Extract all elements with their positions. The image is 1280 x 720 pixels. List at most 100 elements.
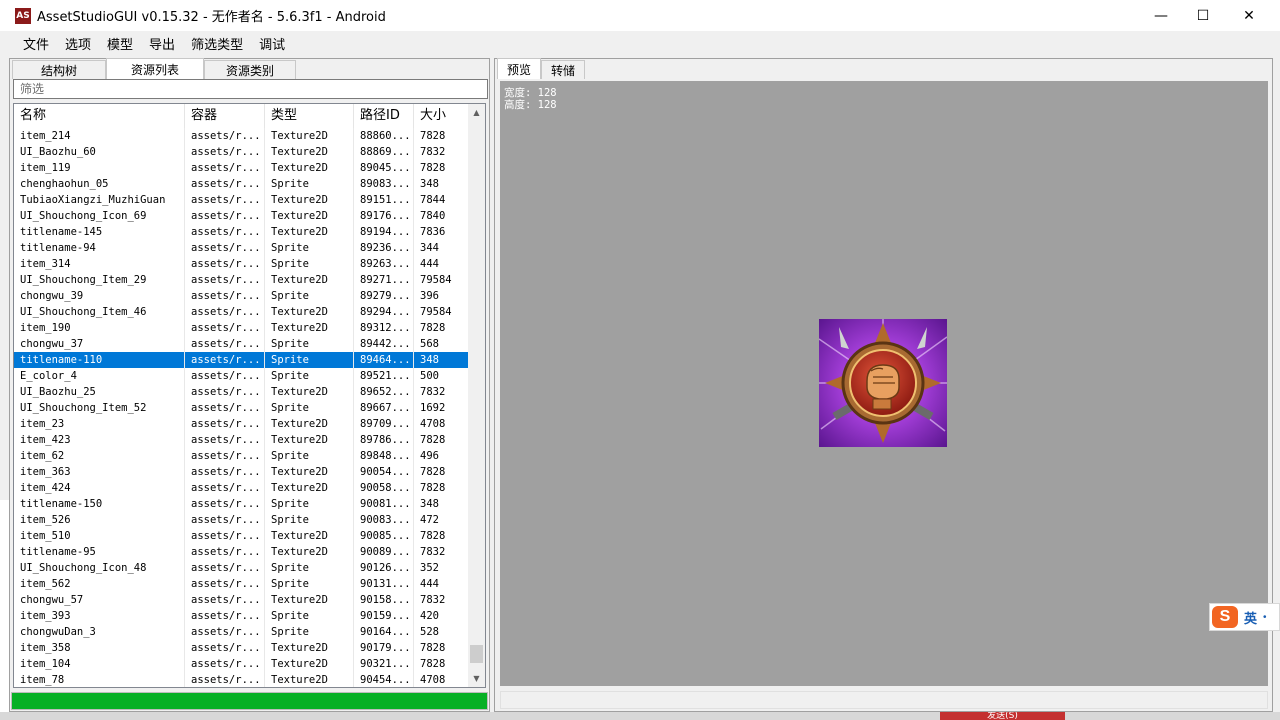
table-row[interactable]: item_424 assets/r... Texture2D 90058... 7828 — [14, 480, 468, 496]
width-info: 宽度: 128 — [504, 87, 557, 99]
cell-type: Sprite — [265, 352, 354, 368]
column-type[interactable]: 类型 — [265, 104, 354, 128]
table-row[interactable]: UI_Baozhu_25 assets/r... Texture2D 89652...… — [14, 384, 468, 400]
table-row[interactable]: item_62 assets/r... Sprite 89848... 496 — [14, 448, 468, 464]
cell-name: UI_Shouchong_Icon_48 — [14, 560, 185, 576]
minimize-button[interactable]: — — [1138, 0, 1184, 31]
table-row[interactable]: chongwuDan_3 assets/r... Sprite 90164... 528 — [14, 624, 468, 640]
table-row[interactable]: chongwu_39 assets/r... Sprite 89279... 396 — [14, 288, 468, 304]
cell-type: Texture2D — [265, 304, 354, 320]
menu-options[interactable]: 选项 — [57, 34, 99, 53]
tab-scene-hierarchy[interactable]: 结构树 — [12, 60, 106, 79]
filter-input[interactable]: 筛选 — [13, 79, 488, 99]
table-row[interactable]: item_314 assets/r... Sprite 89263... 444 — [14, 256, 468, 272]
cell-type: Sprite — [265, 496, 354, 512]
progress-bar — [11, 692, 488, 710]
send-button[interactable]: 发送(S) — [940, 712, 1065, 720]
cell-name: chenghaohun_05 — [14, 176, 185, 192]
table-row[interactable]: item_119 assets/r... Texture2D 89045... 7828 — [14, 160, 468, 176]
column-container[interactable]: 容器 — [185, 104, 265, 128]
cell-path-id: 89279... — [354, 288, 414, 304]
cell-size: 348 — [420, 354, 439, 366]
scroll-thumb[interactable] — [470, 645, 483, 663]
cell-path-id: 90164... — [354, 624, 414, 640]
table-row[interactable]: titlename-145 assets/r... Texture2D 89194..… — [14, 224, 468, 240]
scroll-down-icon[interactable]: ▼ — [468, 670, 485, 687]
cell-container: assets/r... — [185, 624, 265, 640]
cell-type: Sprite — [265, 400, 354, 416]
vertical-scrollbar[interactable]: ▲ ▼ — [468, 104, 485, 687]
cell-type: Texture2D — [265, 528, 354, 544]
column-name[interactable]: 名称 — [14, 104, 185, 128]
list-header: 名称 容器 类型 路径ID 大小 — [14, 104, 468, 128]
table-row[interactable]: chongwu_37 assets/r... Sprite 89442... 568 — [14, 336, 468, 352]
cell-container: assets/r... — [185, 272, 265, 288]
cell-name: UI_Shouchong_Item_46 — [14, 304, 185, 320]
table-row[interactable]: item_104 assets/r... Texture2D 90321... 7828 — [14, 656, 468, 672]
table-row[interactable]: item_526 assets/r... Sprite 90083... 472 — [14, 512, 468, 528]
menu-filter-type[interactable]: 筛选类型 — [183, 34, 251, 53]
cell-size: 7832 — [420, 146, 446, 158]
cell-size: 79584 — [420, 306, 452, 318]
table-row[interactable]: titlename-110 assets/r... Sprite 89464... 34… — [14, 352, 468, 368]
table-row[interactable]: titlename-150 assets/r... Sprite 90081... 34… — [14, 496, 468, 512]
tab-asset-classes[interactable]: 资源类别 — [204, 60, 296, 79]
cell-type: Texture2D — [265, 208, 354, 224]
cell-container: assets/r... — [185, 128, 265, 144]
table-row[interactable]: item_510 assets/r... Texture2D 90085... 7828 — [14, 528, 468, 544]
table-row[interactable]: chongwu_57 assets/r... Texture2D 90158... 78… — [14, 592, 468, 608]
table-row[interactable]: titlename-94 assets/r... Sprite 89236... 344 — [14, 240, 468, 256]
table-row[interactable]: UI_Baozhu_60 assets/r... Texture2D 88869...… — [14, 144, 468, 160]
table-row[interactable]: item_393 assets/r... Sprite 90159... 420 — [14, 608, 468, 624]
table-row[interactable]: item_358 assets/r... Texture2D 90179... 7828 — [14, 640, 468, 656]
table-row[interactable]: titlename-95 assets/r... Texture2D 90089...… — [14, 544, 468, 560]
cell-name: item_424 — [14, 480, 185, 496]
cell-path-id: 90179... — [354, 640, 414, 656]
menu-file[interactable]: 文件 — [15, 34, 57, 53]
cell-container: assets/r... — [185, 160, 265, 176]
table-row[interactable]: item_23 assets/r... Texture2D 89709... 4708 — [14, 416, 468, 432]
menu-export[interactable]: 导出 — [141, 34, 183, 53]
table-row[interactable]: item_423 assets/r... Texture2D 89786... 7828 — [14, 432, 468, 448]
tab-preview[interactable]: 预览 — [497, 58, 541, 79]
cell-name: TubiaoXiangzi_MuzhiGuan — [14, 192, 185, 208]
menu-debug[interactable]: 调试 — [251, 34, 293, 53]
table-row[interactable]: E_color_4 assets/r... Sprite 89521... 500 — [14, 368, 468, 384]
table-row[interactable]: item_214 assets/r... Texture2D 88860... 7828 — [14, 128, 468, 144]
table-row[interactable]: UI_Shouchong_Item_46 assets/r... Texture2D… — [14, 304, 468, 320]
tab-dump[interactable]: 转储 — [541, 60, 585, 79]
cell-name: item_214 — [14, 128, 185, 144]
table-row[interactable]: item_562 assets/r... Sprite 90131... 444 — [14, 576, 468, 592]
tab-asset-list[interactable]: 资源列表 — [106, 58, 204, 79]
cell-type: Sprite — [265, 512, 354, 528]
table-row[interactable]: UI_Shouchong_Icon_48 assets/r... Sprite 901… — [14, 560, 468, 576]
table-row[interactable]: UI_Shouchong_Icon_69 assets/r... Texture2D… — [14, 208, 468, 224]
ime-punctuation-icon[interactable]: • — [1263, 612, 1267, 623]
cell-type: Texture2D — [265, 224, 354, 240]
cell-type: Texture2D — [265, 592, 354, 608]
cell-path-id: 90083... — [354, 512, 414, 528]
cell-type: Texture2D — [265, 416, 354, 432]
scroll-up-icon[interactable]: ▲ — [468, 104, 485, 121]
table-row[interactable]: item_78 assets/r... Texture2D 90454... 4708 — [14, 672, 468, 687]
table-row[interactable]: UI_Shouchong_Item_52 assets/r... Sprite 896… — [14, 400, 468, 416]
ime-toolbar[interactable]: S 英 • — [1209, 603, 1280, 631]
app-icon: AS — [15, 7, 31, 24]
close-button[interactable]: ✕ — [1226, 0, 1272, 31]
column-path-id[interactable]: 路径ID — [354, 104, 414, 128]
cell-size: 7832 — [420, 546, 446, 558]
table-row[interactable]: TubiaoXiangzi_MuzhiGuan assets/r... Textur… — [14, 192, 468, 208]
maximize-button[interactable]: ☐ — [1180, 0, 1226, 31]
cell-container: assets/r... — [185, 192, 265, 208]
table-row[interactable]: item_363 assets/r... Texture2D 90054... 7828 — [14, 464, 468, 480]
menu-model[interactable]: 模型 — [99, 34, 141, 53]
cell-name: titlename-150 — [14, 496, 185, 512]
ime-language[interactable]: 英 — [1244, 608, 1257, 627]
cell-size: 7840 — [420, 210, 446, 222]
table-row[interactable]: chenghaohun_05 assets/r... Sprite 89083... 3… — [14, 176, 468, 192]
cell-name: UI_Baozhu_60 — [14, 144, 185, 160]
table-row[interactable]: UI_Shouchong_Item_29 assets/r... Texture2D… — [14, 272, 468, 288]
cell-size: 7844 — [420, 194, 446, 206]
column-size[interactable]: 大小 — [414, 104, 468, 128]
table-row[interactable]: item_190 assets/r... Texture2D 89312... 7828 — [14, 320, 468, 336]
